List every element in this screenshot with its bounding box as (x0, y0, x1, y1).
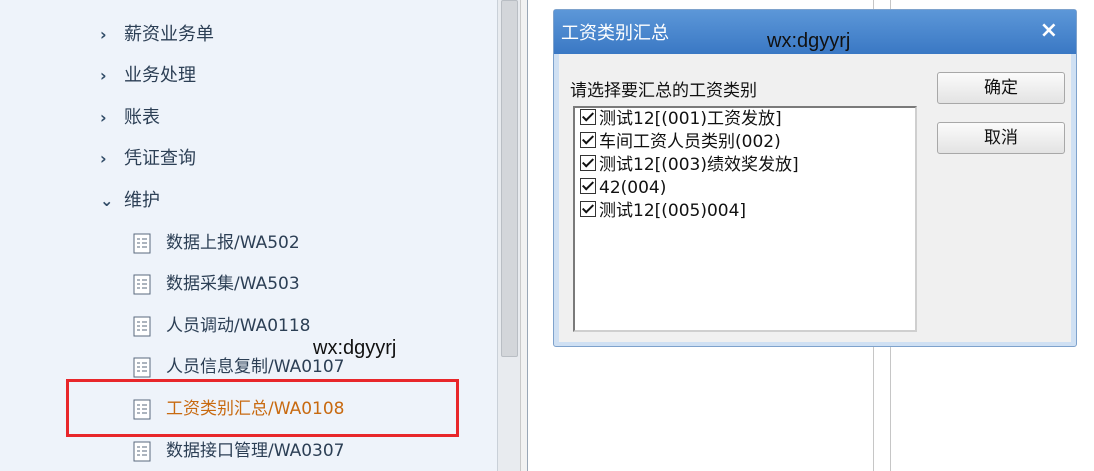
tree-leaf-label: 数据接口管理/WA0307 (166, 441, 345, 461)
chevron-right-icon: › (100, 149, 107, 168)
close-icon[interactable]: × (1040, 18, 1058, 43)
tree-leaf-data-collection[interactable]: 数据采集/WA503 (133, 269, 300, 299)
tree-leaf-label: 数据采集/WA503 (166, 274, 300, 294)
tree-item-label: 维护 (124, 190, 160, 211)
cancel-button[interactable]: 取消 (937, 122, 1065, 154)
dialog-title: 工资类别汇总 (561, 23, 669, 44)
tree-item-label: 账表 (124, 107, 160, 128)
wage-category-list[interactable]: 测试12[(001)工资发放] 车间工资人员类别(002) 测试12[(003)… (573, 106, 917, 332)
category-label: 测试12[(001)工资发放] (599, 109, 782, 129)
tree-leaf-data-interface-management[interactable]: 数据接口管理/WA0307 (133, 436, 345, 466)
category-item[interactable]: 测试12[(001)工资发放] (575, 108, 915, 131)
pane-splitter[interactable] (520, 0, 528, 471)
document-icon (133, 274, 151, 294)
checkbox-checked-icon[interactable] (580, 178, 596, 194)
tree-item-maintenance[interactable]: ⌄ 维护 (100, 186, 160, 216)
document-icon (133, 357, 151, 377)
tree-scrollbar[interactable] (497, 0, 520, 471)
document-icon (133, 316, 151, 336)
category-item[interactable]: 车间工资人员类别(002) (575, 131, 915, 154)
tree-item-cut-off[interactable]: 设置 (96, 0, 132, 8)
tree-item-reports[interactable]: › 账表 (100, 103, 160, 133)
category-item[interactable]: 测试12[(003)绩效奖发放] (575, 154, 915, 177)
document-icon (133, 441, 151, 461)
tree-item-label: 凭证查询 (124, 148, 196, 169)
tree-item-label: 薪资业务单 (124, 24, 214, 45)
select-category-prompt: 请选择要汇总的工资类别 (570, 81, 757, 101)
ok-button[interactable]: 确定 (937, 72, 1065, 104)
tree-item-label: 业务处理 (124, 65, 196, 86)
checkbox-checked-icon[interactable] (580, 109, 596, 125)
chevron-down-icon: ⌄ (100, 191, 114, 210)
chevron-right-icon: › (100, 66, 107, 85)
category-item[interactable]: 42(004) (575, 177, 915, 200)
checkbox-checked-icon[interactable] (580, 132, 596, 148)
tree-leaf-label: 人员信息复制/WA0107 (166, 357, 345, 377)
watermark-text: wx:dgyyrj (313, 337, 397, 359)
tree-leaf-label: 人员调动/WA0118 (166, 316, 311, 336)
navigation-tree-panel: 设置 › 薪资业务单 › 业务处理 › 账表 › 凭证查询 ⌄ 维护 数据上报/WA502… (0, 0, 497, 471)
tree-item-payroll-documents[interactable]: › 薪资业务单 (100, 20, 214, 50)
tree-leaf-personnel-transfer[interactable]: 人员调动/WA0118 (133, 311, 311, 341)
watermark-text: wx:dgyyrj (767, 30, 851, 52)
tree-leaf-label: 数据上报/WA502 (166, 233, 300, 253)
checkbox-checked-icon[interactable] (580, 201, 596, 217)
dialog-body: 请选择要汇总的工资类别 测试12[(001)工资发放] 车间工资人员类别(002… (559, 54, 1071, 342)
category-label: 42(004) (599, 178, 667, 198)
wage-category-summary-dialog: 工资类别汇总 × 请选择要汇总的工资类别 测试12[(001)工资发放] 车间工… (553, 9, 1077, 347)
chevron-right-icon: › (100, 25, 107, 44)
tree-leaf-data-report[interactable]: 数据上报/WA502 (133, 228, 300, 258)
category-label: 测试12[(003)绩效奖发放] (599, 155, 799, 175)
tree-item-business-processing[interactable]: › 业务处理 (100, 61, 196, 91)
chevron-right-icon: › (100, 108, 107, 127)
category-item[interactable]: 测试12[(005)004] (575, 200, 915, 223)
annotation-highlight-box (66, 379, 459, 437)
category-label: 车间工资人员类别(002) (599, 132, 781, 152)
category-label: 测试12[(005)004] (599, 201, 747, 221)
scrollbar-thumb[interactable] (501, 0, 518, 357)
tree-item-voucher-query[interactable]: › 凭证查询 (100, 144, 196, 174)
document-icon (133, 233, 151, 253)
checkbox-checked-icon[interactable] (580, 155, 596, 171)
